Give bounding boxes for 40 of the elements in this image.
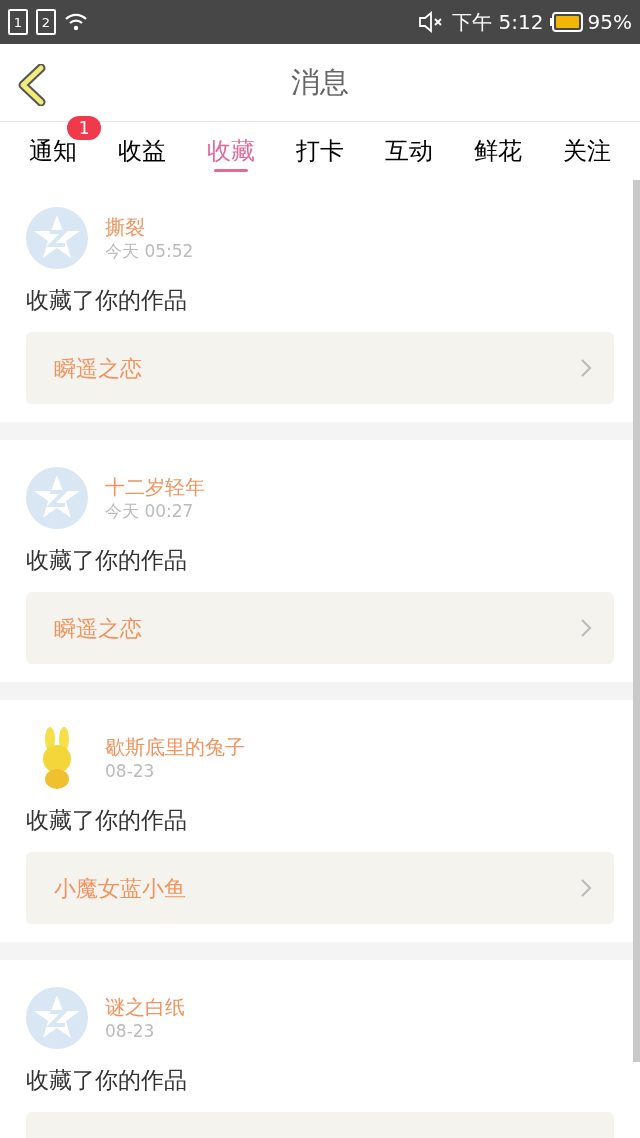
message-time: 今天 05:52: [105, 240, 194, 262]
avatar: [26, 467, 88, 529]
message-text: 收藏了你的作品: [26, 1066, 188, 1095]
work-link[interactable]: 小魔女蓝小鱼: [26, 852, 614, 924]
tab[interactable]: 打卡: [275, 122, 365, 180]
battery-percent: 95%: [587, 9, 632, 36]
work-link[interactable]: 瞬遥之恋: [26, 332, 614, 404]
message-time: 08-23: [105, 1020, 156, 1042]
tab[interactable]: 关注: [542, 122, 632, 180]
avatar: [26, 207, 88, 269]
clock-time: 下午 5:12: [452, 9, 544, 36]
message-time: 08-23: [105, 760, 156, 782]
scrollbar[interactable]: [633, 180, 640, 1062]
sim-card-icon: 2: [36, 9, 56, 35]
user-name[interactable]: 谜之白纸: [105, 994, 185, 1020]
chevron-right-icon: [580, 618, 592, 638]
battery-icon: [549, 11, 584, 33]
avatar: [26, 987, 88, 1049]
back-button[interactable]: [16, 64, 48, 106]
tab[interactable]: 鲜花: [453, 122, 543, 180]
chevron-right-icon: [580, 878, 592, 898]
user-name[interactable]: 十二岁轻年: [105, 474, 205, 500]
sim-card-icon: 1: [8, 9, 28, 35]
work-title: 瞬遥之恋: [54, 614, 143, 643]
user-name[interactable]: 撕裂: [105, 214, 194, 240]
wifi-icon: [64, 12, 88, 32]
tab[interactable]: 互动: [364, 122, 454, 180]
notification-badge: 1: [67, 116, 102, 140]
work-link[interactable]: 瞬遥之恋: [26, 592, 614, 664]
user-name[interactable]: 歇斯底里的兔子: [105, 734, 245, 760]
message-time: 今天 00:27: [105, 500, 195, 522]
work-title: 瞬遥之恋: [54, 354, 143, 383]
message-text: 收藏了你的作品: [26, 806, 188, 835]
page-title: 消息: [291, 63, 349, 101]
chevron-right-icon: [580, 358, 592, 378]
work-title: 小魔女蓝小鱼: [54, 874, 187, 903]
tab-underline: [213, 169, 248, 172]
message-text: 收藏了你的作品: [26, 546, 188, 575]
tab[interactable]: 收藏: [186, 122, 276, 180]
message-text: 收藏了你的作品: [26, 286, 188, 315]
